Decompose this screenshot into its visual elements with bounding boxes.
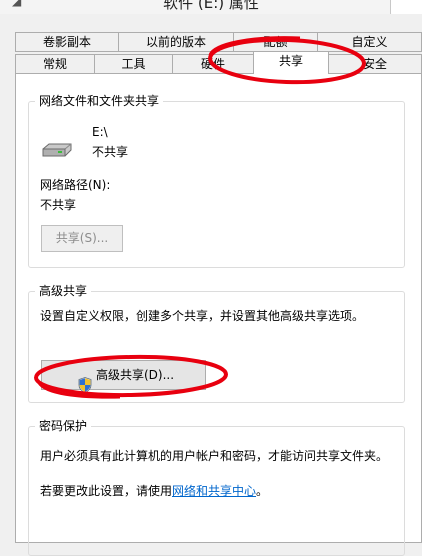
change-setting-text: 若要更改此设置，请使用网络和共享中心。 xyxy=(40,483,268,499)
change-setting-suffix: 。 xyxy=(256,484,269,498)
advanced-sharing-button-label: 高级共享(D)... xyxy=(96,368,175,382)
close-button[interactable] xyxy=(390,0,422,14)
tab-sharing[interactable]: 共享 xyxy=(253,51,329,74)
password-protection-legend: 密码保护 xyxy=(35,419,92,433)
tab-shadow-copies[interactable]: 卷影副本 xyxy=(15,32,119,52)
window-title: 软件 (E:) 属性 xyxy=(163,0,259,12)
network-sharing-center-link[interactable]: 网络和共享中心 xyxy=(172,484,256,498)
uac-shield-icon xyxy=(78,375,92,403)
sharing-panel: 网络文件和文件夹共享 E:\ 不共享 网络路径(N): 不共享 共享(S)...… xyxy=(15,73,422,556)
share-button[interactable]: 共享(S)... xyxy=(41,225,123,252)
tab-customize[interactable]: 自定义 xyxy=(317,32,422,52)
password-protection-description: 用户必须具有此计算机的用户帐户和密码，才能访问共享文件夹。 xyxy=(40,449,389,463)
title-bar: ◢ 软件 (E:) 属性 xyxy=(0,0,422,14)
tab-general[interactable]: 常规 xyxy=(15,54,95,74)
tab-hardware[interactable]: 硬件 xyxy=(172,54,254,74)
network-sharing-legend: 网络文件和文件夹共享 xyxy=(35,94,164,108)
advanced-sharing-description: 设置自定义权限，创建多个共享，并设置其他高级共享选项。 xyxy=(40,309,365,323)
network-path-value: 不共享 xyxy=(40,198,77,212)
tab-quota[interactable]: 配额 xyxy=(233,32,318,52)
share-status: 不共享 xyxy=(92,145,129,159)
advanced-sharing-button[interactable]: 高级共享(D)... xyxy=(41,360,206,393)
tab-security[interactable]: 安全 xyxy=(328,54,422,74)
change-setting-prefix: 若要更改此设置，请使用 xyxy=(40,484,173,498)
tab-previous-versions[interactable]: 以前的版本 xyxy=(118,32,234,52)
drive-icon xyxy=(40,142,74,165)
network-path-label: 网络路径(N): xyxy=(40,178,111,192)
tab-tools[interactable]: 工具 xyxy=(94,54,173,74)
drive-path: E:\ xyxy=(92,125,108,139)
advanced-sharing-legend: 高级共享 xyxy=(35,284,92,298)
